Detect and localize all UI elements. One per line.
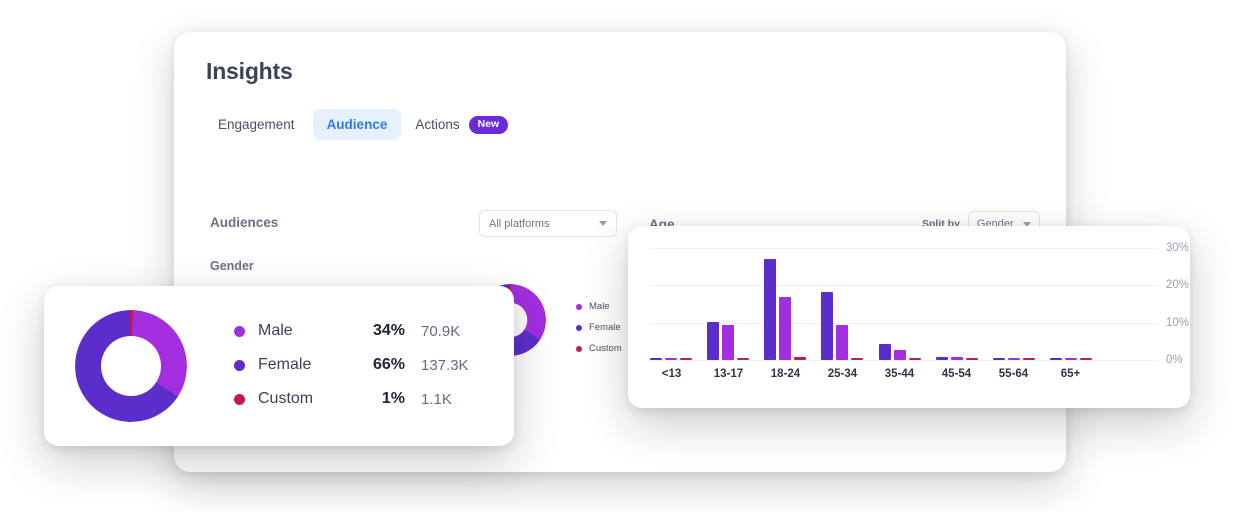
legend-value: 70.9K (421, 322, 461, 340)
legend-item: Female 66% 137.3K (234, 348, 483, 382)
bar[interactable] (665, 358, 677, 360)
legend-label: Custom (258, 390, 314, 407)
bar-group (935, 248, 978, 360)
bar[interactable] (935, 357, 948, 360)
bar[interactable] (908, 358, 921, 360)
age-bar-chart: 0% 10% 20% 30% (650, 242, 1189, 366)
gender-detail-card: Male 34% 70.9K Female 66% 137.3K Custom 1% 1.1K (44, 286, 514, 446)
bar[interactable] (878, 343, 891, 360)
tab-actions-label: Actions (415, 117, 460, 133)
x-axis-tick-label: 55-64 (998, 368, 1029, 380)
bar-group (821, 248, 864, 360)
bar[interactable] (821, 292, 834, 360)
audiences-section-label: Audiences (210, 215, 279, 230)
page-title: Insights (206, 58, 293, 84)
legend-value: 1.1K (421, 390, 452, 408)
gridline (650, 360, 1158, 361)
bar[interactable] (851, 358, 864, 360)
x-axis-tick-label: 25-34 (827, 368, 858, 380)
legend-item: Custom 1% 1.1K (234, 382, 483, 416)
gender-donut-chart (75, 310, 187, 422)
chart-x-axis: <13 13-17 18-24 25-34 35-44 45-54 55-64 65+ (650, 368, 1092, 380)
bar[interactable] (1049, 357, 1062, 360)
bar[interactable] (650, 357, 662, 360)
chevron-down-icon (599, 221, 607, 226)
bar[interactable] (764, 259, 777, 360)
bar-group (878, 248, 921, 360)
bar-group (650, 248, 692, 360)
bar-group (764, 248, 807, 360)
tab-actions[interactable]: Actions New (405, 108, 518, 142)
bar[interactable] (1079, 358, 1092, 360)
x-axis-tick-label: 35-44 (884, 368, 915, 380)
legend-color-dot (234, 325, 245, 337)
bar-group (992, 248, 1035, 360)
bar[interactable] (1007, 358, 1020, 360)
bar[interactable] (965, 358, 978, 360)
legend-item: Male 34% 70.9K (234, 314, 483, 348)
gender-subsection-label: Gender (210, 259, 254, 273)
legend-color-dot (234, 359, 245, 371)
legend-label: Female (258, 356, 312, 373)
bar[interactable] (722, 324, 735, 360)
bar[interactable] (1064, 358, 1077, 360)
bar-group (707, 248, 750, 360)
y-axis-tick-label: 0% (1166, 354, 1183, 366)
bar-groups (650, 248, 1092, 360)
bar[interactable] (707, 321, 720, 360)
bar[interactable] (779, 297, 792, 360)
legend-percent: 34% (372, 322, 405, 339)
bar[interactable] (893, 350, 906, 360)
gender-legend: Male 34% 70.9K Female 66% 137.3K Custom 1% 1.1K (234, 314, 483, 416)
tab-engagement[interactable]: Engagement (204, 109, 309, 140)
age-chart-card: 0% 10% 20% 30% <13 13-17 18-24 25-34 35-44 45-54… (628, 226, 1190, 408)
legend-color-dot (234, 393, 245, 405)
x-axis-tick-label: 45-54 (941, 368, 972, 380)
legend-color-dot (576, 303, 582, 310)
bar[interactable] (1022, 358, 1035, 360)
legend-value: 137.3K (421, 356, 469, 374)
x-axis-tick-label: 13-17 (713, 368, 744, 380)
y-axis-tick-label: 20% (1166, 279, 1190, 292)
screenshot-root: Insights Engagement Audience Actions New… (0, 0, 1240, 512)
bar[interactable] (836, 325, 849, 360)
legend-color-dot (576, 345, 582, 352)
tab-bar: Engagement Audience Actions New (204, 108, 518, 142)
donut-hole (101, 336, 161, 396)
x-axis-tick-label: 65+ (1060, 368, 1081, 380)
legend-label: Male (258, 322, 293, 339)
bar-group (1049, 248, 1092, 360)
platform-select-value: All platforms (489, 217, 550, 230)
legend-percent: 66% (372, 356, 405, 373)
y-axis-tick-label: 30% (1166, 242, 1190, 254)
platform-select[interactable]: All platforms (479, 210, 617, 237)
tab-audience[interactable]: Audience (312, 109, 402, 141)
new-badge: New (468, 116, 509, 134)
y-axis-tick-label: 10% (1166, 316, 1190, 329)
bar[interactable] (737, 358, 750, 360)
bar[interactable] (950, 356, 963, 360)
bar[interactable] (680, 358, 692, 360)
x-axis-tick-label: <13 (661, 368, 682, 380)
x-axis-tick-label: 18-24 (770, 368, 801, 380)
bar[interactable] (992, 357, 1005, 360)
legend-color-dot (576, 324, 582, 331)
bar[interactable] (794, 357, 807, 360)
legend-percent: 1% (381, 390, 405, 407)
